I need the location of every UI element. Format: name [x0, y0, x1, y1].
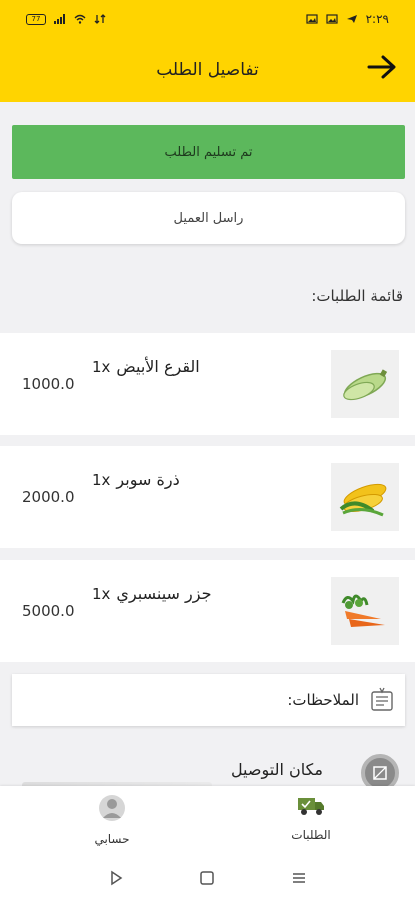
item-price: 2000.0: [22, 488, 75, 506]
truck-icon: [298, 798, 324, 815]
order-delivered-button[interactable]: تم تسليم الطلب: [12, 125, 405, 179]
nav-account[interactable]: حسابي: [62, 794, 162, 854]
product-image: [331, 350, 399, 418]
status-left: 77: [26, 13, 106, 25]
product-image: [331, 577, 399, 645]
battery-level: 77: [31, 15, 41, 23]
order-delivered-label: تم تسليم الطلب: [164, 144, 253, 160]
menu-lines-icon[interactable]: [291, 870, 307, 886]
contact-customer-button[interactable]: راسل العميل: [12, 192, 405, 244]
home-square-icon[interactable]: [199, 870, 215, 886]
carrots-image: [341, 594, 385, 627]
status-bar: 77 ٢:٢٩: [0, 0, 415, 38]
nav-orders-label: الطلبات: [291, 828, 331, 842]
system-nav-bar: [0, 856, 415, 900]
order-item[interactable]: 1x ذرة سوبر 2000.0: [0, 446, 415, 548]
item-name: ذرة سوبر: [116, 470, 180, 489]
data-icon: [94, 14, 106, 24]
signal-icon: [54, 14, 65, 24]
nav-account-label: حسابي: [94, 832, 130, 846]
order-item[interactable]: 1x جزر سينسبري 5000.0: [0, 560, 415, 662]
app-header: 77 ٢:٢٩ تفاصيل الطلب: [0, 0, 415, 102]
zucchini-image: [343, 369, 388, 401]
item-title: 1x جزر سينسبري: [92, 584, 211, 603]
page-title: تفاصيل الطلب: [156, 60, 259, 80]
order-item[interactable]: 1x القرع الأبيض 1000.0: [0, 333, 415, 435]
arrow-right-icon: [367, 55, 396, 79]
corn-image: [339, 483, 387, 517]
battery-icon: 77: [26, 13, 46, 25]
back-triangle-icon[interactable]: [108, 870, 124, 886]
item-price: 5000.0: [22, 602, 75, 620]
telegram-icon: [346, 15, 357, 23]
notes-label: الملاحظات:: [287, 691, 359, 709]
product-image: [331, 463, 399, 531]
orders-list-title: قائمة الطلبات:: [311, 287, 403, 305]
item-qty: 1x: [92, 357, 111, 376]
item-name: القرع الأبيض: [116, 357, 200, 376]
status-right: ٢:٢٩: [306, 12, 389, 26]
bottom-nav: الطلبات حسابي: [0, 786, 415, 856]
avatar-icon: [99, 795, 125, 821]
notes-card[interactable]: الملاحظات:: [12, 674, 405, 726]
item-title: 1x ذرة سوبر: [92, 470, 180, 489]
gallery-icon: [306, 14, 318, 24]
back-button[interactable]: [367, 52, 397, 82]
status-time: ٢:٢٩: [365, 12, 389, 26]
item-price: 1000.0: [22, 375, 75, 393]
nav-orders[interactable]: الطلبات: [261, 794, 361, 854]
item-name: جزر سينسبري: [116, 584, 212, 603]
contact-customer-label: راسل العميل: [173, 210, 244, 226]
item-qty: 1x: [92, 584, 111, 603]
notes-icon: [371, 687, 393, 711]
delivery-label: مكان التوصيل: [230, 760, 323, 779]
item-qty: 1x: [92, 470, 111, 489]
delivery-location[interactable]: مكان التوصيل: [0, 748, 415, 792]
gallery-icon: [326, 14, 338, 24]
item-title: 1x القرع الأبيض: [92, 357, 200, 376]
wifi-icon: [74, 14, 86, 24]
